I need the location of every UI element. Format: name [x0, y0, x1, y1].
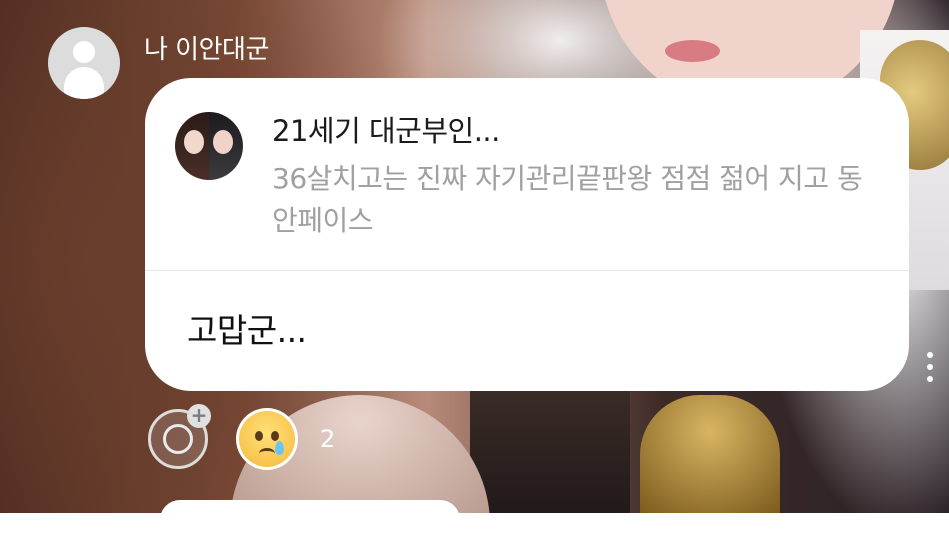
quoted-title: 21세기 대군부인...	[272, 114, 500, 148]
crying-face-emoji-icon[interactable]	[236, 408, 298, 470]
message-bubble[interactable]: 21세기 대군부인... 36살치고는 진짜 자기관리끝판왕 점점 젊어 지고 …	[145, 78, 909, 391]
reaction-bar: + 2	[148, 404, 336, 470]
plus-icon: +	[187, 404, 211, 428]
couple-thumbnail-icon	[175, 112, 243, 180]
default-profile-icon[interactable]	[48, 27, 120, 99]
reaction-count: 2	[320, 425, 336, 453]
next-message-bubble	[160, 500, 460, 540]
add-reaction-icon[interactable]: +	[148, 404, 211, 469]
more-options-icon[interactable]	[927, 352, 935, 388]
sender-name: 나 이안대군	[144, 35, 269, 65]
reply-text: 고맙군...	[187, 311, 307, 350]
quoted-text: 36살치고는 진짜 자기관리끝판왕 점점 젊어 지고 동안페이스	[272, 162, 863, 237]
divider	[145, 270, 909, 271]
quoted-message[interactable]: 21세기 대군부인... 36살치고는 진짜 자기관리끝판왕 점점 젊어 지고 …	[145, 78, 909, 270]
